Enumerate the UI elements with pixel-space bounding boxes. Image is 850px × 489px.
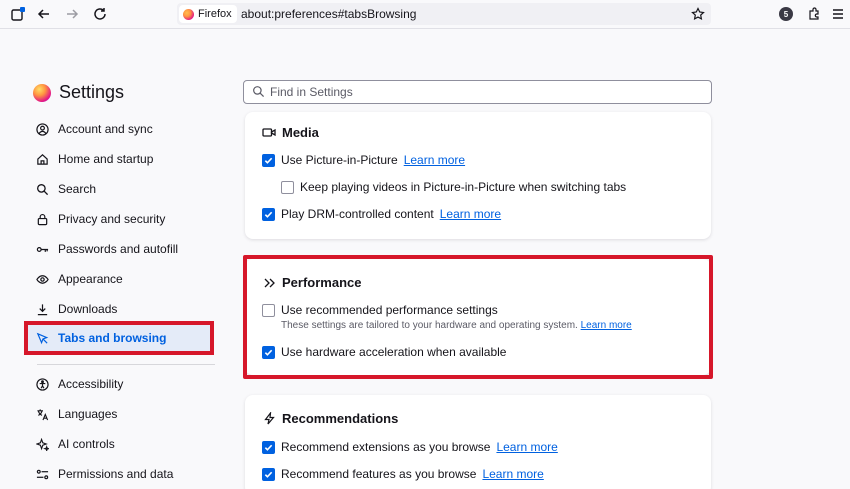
identity-label: Firefox bbox=[198, 8, 232, 20]
back-icon[interactable] bbox=[34, 4, 54, 24]
recommended-performance-description: These settings are tailored to your hard… bbox=[281, 320, 632, 331]
hardware-acceleration-checkbox[interactable] bbox=[262, 345, 275, 359]
identity-box[interactable]: Firefox bbox=[179, 5, 237, 23]
drm-row: Play DRM-controlled content Learn more bbox=[262, 207, 501, 221]
drm-checkbox[interactable] bbox=[262, 207, 275, 221]
section-title: Recommendations bbox=[282, 411, 399, 426]
lock-icon bbox=[35, 212, 49, 226]
keep-playing-label[interactable]: Keep playing videos in Picture-in-Pictur… bbox=[300, 180, 626, 194]
sidebar-item-label: Tabs and browsing bbox=[58, 331, 167, 345]
search-input[interactable] bbox=[270, 83, 700, 101]
url-text[interactable]: about:preferences#tabsBrowsing bbox=[241, 7, 416, 21]
url-bar[interactable]: Firefox about:preferences#tabsBrowsing bbox=[177, 3, 711, 25]
recommend-extensions-row: Recommend extensions as you browse Learn… bbox=[262, 440, 558, 454]
reload-icon[interactable] bbox=[90, 4, 110, 24]
sidebar-item-label: Appearance bbox=[58, 272, 123, 286]
download-icon bbox=[35, 302, 49, 316]
extensions-icon[interactable] bbox=[804, 4, 824, 24]
sparkle-icon bbox=[35, 437, 49, 451]
sidebar-item-appearance[interactable]: Appearance bbox=[27, 264, 217, 294]
search-icon bbox=[252, 85, 266, 99]
recommendations-section: Recommendations Recommend extensions as … bbox=[245, 395, 711, 489]
account-avatar[interactable]: 5 bbox=[776, 4, 796, 24]
performance-heading: Performance bbox=[262, 275, 361, 290]
page-title: Settings bbox=[59, 82, 125, 102]
performance-learn-more-link[interactable]: Learn more bbox=[581, 320, 632, 331]
keep-playing-row: Keep playing videos in Picture-in-Pictur… bbox=[281, 180, 626, 194]
drm-label[interactable]: Play DRM-controlled content bbox=[281, 207, 434, 221]
sidebar-item-label: Downloads bbox=[58, 302, 118, 316]
sidebar-item-label: Home and startup bbox=[58, 152, 154, 166]
sidebar-item-ai-controls[interactable]: AI controls bbox=[27, 429, 217, 459]
section-title: Performance bbox=[282, 275, 362, 290]
sidebar-item-label: Account and sync bbox=[58, 122, 153, 136]
pip-label[interactable]: Use Picture-in-Picture bbox=[281, 153, 398, 167]
recommendations-heading: Recommendations bbox=[262, 411, 398, 426]
recommend-features-row: Recommend features as you browse Learn m… bbox=[262, 467, 544, 481]
recommend-extensions-label[interactable]: Recommend extensions as you browse bbox=[281, 440, 490, 454]
recommended-performance-label[interactable]: Use recommended performance settings bbox=[281, 303, 498, 317]
hardware-acceleration-row: Use hardware acceleration when available bbox=[262, 345, 506, 359]
search-icon bbox=[35, 182, 49, 196]
recommend-features-label[interactable]: Recommend features as you browse bbox=[281, 467, 476, 481]
browser-toolbar: Firefox about:preferences#tabsBrowsing 5 bbox=[0, 0, 850, 29]
search-box[interactable] bbox=[243, 80, 712, 104]
home-icon bbox=[35, 152, 49, 166]
pip-row: Use Picture-in-Picture Learn more bbox=[262, 153, 465, 167]
account-icon bbox=[35, 122, 49, 136]
menu-icon[interactable] bbox=[828, 4, 848, 24]
sidebar-item-downloads[interactable]: Downloads bbox=[27, 294, 217, 324]
recommended-performance-row: Use recommended performance settings bbox=[262, 303, 498, 317]
sidebar-item-label: Accessibility bbox=[58, 377, 124, 391]
sidebar-toggle-icon[interactable] bbox=[8, 4, 28, 24]
sidebar-item-label: Search bbox=[58, 182, 97, 196]
media-section: Media Use Picture-in-Picture Learn more … bbox=[245, 112, 711, 239]
description-text: These settings are tailored to your hard… bbox=[281, 320, 578, 331]
eye-icon bbox=[35, 272, 49, 286]
sidebar-item-permissions-and-data[interactable]: Permissions and data bbox=[27, 459, 217, 489]
firefox-logo-icon bbox=[33, 83, 51, 102]
features-learn-more-link[interactable]: Learn more bbox=[482, 467, 543, 481]
sidebar-item-home-and-startup[interactable]: Home and startup bbox=[27, 144, 217, 174]
settings-brand: Settings bbox=[33, 82, 124, 103]
key-icon bbox=[35, 242, 49, 256]
cursor-icon bbox=[35, 331, 49, 345]
keep-playing-checkbox[interactable] bbox=[281, 180, 294, 194]
pip-learn-more-link[interactable]: Learn more bbox=[404, 153, 465, 167]
translate-icon bbox=[35, 407, 49, 421]
sidebar-item-search[interactable]: Search bbox=[27, 174, 217, 204]
lightning-icon bbox=[262, 412, 276, 426]
sidebar-item-account-and-sync[interactable]: Account and sync bbox=[27, 114, 217, 144]
sidebar-item-label: AI controls bbox=[58, 437, 115, 451]
sidebar-item-privacy-and-security[interactable]: Privacy and security bbox=[27, 204, 217, 234]
double-chevron-icon bbox=[262, 276, 276, 290]
recommended-performance-checkbox[interactable] bbox=[262, 303, 275, 317]
sidebar-item-passwords-and-autofill[interactable]: Passwords and autofill bbox=[27, 234, 217, 264]
media-heading: Media bbox=[262, 125, 319, 140]
sidebar-item-languages[interactable]: Languages bbox=[27, 399, 217, 429]
sidebar-item-label: Permissions and data bbox=[58, 467, 174, 481]
sidebar-item-label: Passwords and autofill bbox=[58, 242, 179, 256]
recommend-features-checkbox[interactable] bbox=[262, 467, 275, 481]
sidebar-item-accessibility[interactable]: Accessibility bbox=[27, 369, 217, 399]
forward-icon[interactable] bbox=[62, 4, 82, 24]
performance-section: Performance Use recommended performance … bbox=[245, 259, 711, 375]
accessibility-icon bbox=[35, 377, 49, 391]
firefox-logo-icon bbox=[183, 8, 194, 20]
avatar-letter: 5 bbox=[779, 7, 793, 21]
recommend-extensions-checkbox[interactable] bbox=[262, 440, 275, 454]
bookmark-star-icon[interactable] bbox=[689, 5, 707, 23]
drm-learn-more-link[interactable]: Learn more bbox=[440, 207, 501, 221]
video-camera-icon bbox=[262, 126, 276, 140]
section-title: Media bbox=[282, 125, 319, 140]
sidebar-item-label: Languages bbox=[58, 407, 118, 421]
nav-divider bbox=[37, 364, 215, 365]
hardware-acceleration-label[interactable]: Use hardware acceleration when available bbox=[281, 345, 506, 359]
extensions-learn-more-link[interactable]: Learn more bbox=[496, 440, 557, 454]
sidebar-item-tabs-and-browsing[interactable]: Tabs and browsing bbox=[24, 321, 214, 355]
permissions-icon bbox=[35, 467, 49, 481]
pip-checkbox[interactable] bbox=[262, 153, 275, 167]
sidebar-item-label: Privacy and security bbox=[58, 212, 166, 226]
